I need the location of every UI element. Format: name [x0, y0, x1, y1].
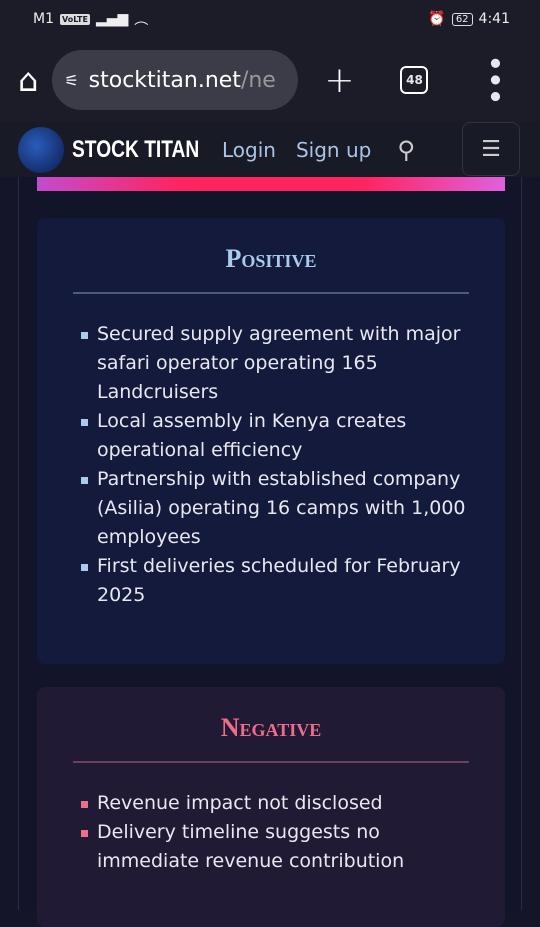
wifi-icon: ︵	[134, 12, 149, 28]
list-item: Local assembly in Kenya creates operatio…	[79, 407, 485, 465]
brand-name[interactable]: STOCK TITAN	[72, 136, 199, 164]
banner-image	[37, 177, 505, 191]
positive-card: Positive Secured supply agreement with m…	[37, 218, 505, 664]
url-host: stocktitan.net	[88, 67, 241, 93]
browser-toolbar: ⌂ ⚟ stocktitan.net/ne + 48 •••	[0, 38, 540, 122]
login-link[interactable]: Login	[222, 138, 276, 162]
url-path: /ne	[240, 67, 276, 93]
negative-card: Negative Revenue impact not disclosed De…	[37, 687, 505, 927]
divider	[73, 292, 469, 294]
article-content: Positive Secured supply agreement with m…	[18, 177, 522, 927]
signal-icon: ▂▄▆	[95, 11, 129, 27]
site-settings-icon[interactable]: ⚟	[64, 71, 78, 90]
signup-link[interactable]: Sign up	[296, 138, 371, 162]
negative-title: Negative	[220, 713, 322, 742]
list-item: First deliveries scheduled for February …	[79, 552, 485, 610]
search-icon[interactable]: ⚲	[397, 136, 415, 164]
tab-switcher-button[interactable]: 48	[400, 66, 429, 94]
more-options-icon[interactable]: •••	[479, 55, 509, 105]
carrier: M1	[33, 11, 54, 27]
site-header: STOCK TITAN Login Sign up ⚲ ☰	[0, 122, 540, 177]
positive-title: Positive	[225, 244, 317, 273]
list-item: Revenue impact not disclosed	[79, 789, 485, 818]
home-icon[interactable]: ⌂	[18, 61, 38, 99]
logo[interactable]	[18, 126, 64, 173]
list-item: Secured supply agreement with major safa…	[79, 320, 485, 407]
list-item: Delivery timeline suggests no immediate …	[79, 818, 485, 876]
divider	[73, 761, 469, 763]
status-bar: M1 VoLTE ▂▄▆ ︵ ⏰ 62 4:41	[0, 0, 540, 38]
alarm-icon: ⏰	[428, 11, 446, 27]
battery-icon: 62	[451, 12, 473, 26]
new-tab-button[interactable]: +	[324, 60, 354, 101]
clock: 4:41	[478, 11, 510, 27]
hamburger-menu-button[interactable]: ☰	[462, 122, 520, 176]
volte-icon: VoLTE	[60, 13, 90, 25]
list-item: Partnership with established company (As…	[79, 465, 485, 552]
url-bar[interactable]: ⚟ stocktitan.net/ne	[52, 50, 299, 110]
